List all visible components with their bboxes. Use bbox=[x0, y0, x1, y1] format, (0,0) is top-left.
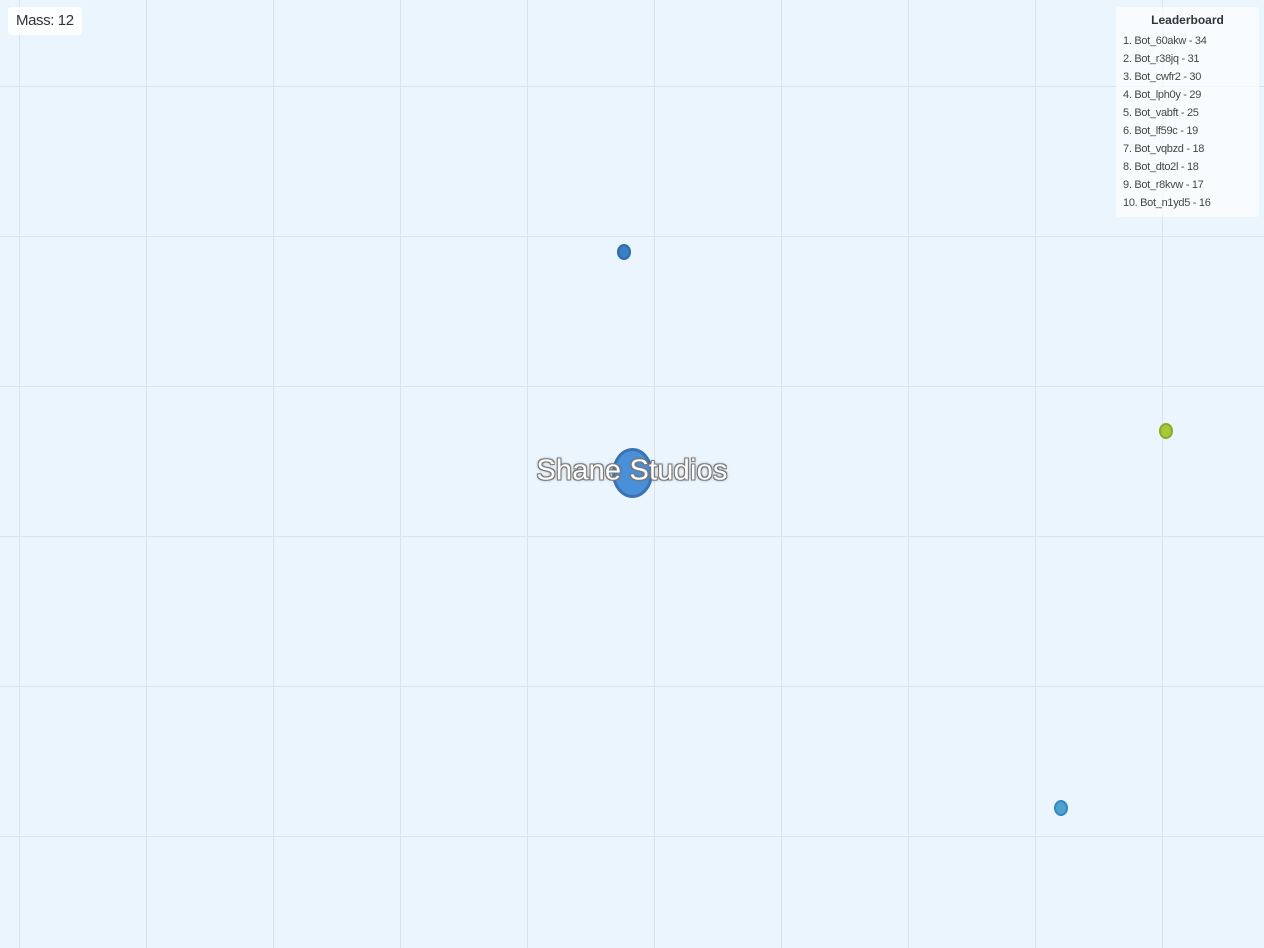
food-pellet bbox=[617, 244, 631, 260]
food-pellet bbox=[1054, 800, 1068, 816]
food-pellet bbox=[1159, 423, 1173, 439]
leaderboard-entry: 3. Bot_cwfr2 - 30 bbox=[1123, 71, 1202, 83]
player-name-label: Shane Studios bbox=[536, 454, 728, 487]
leaderboard-entry: 1. Bot_60akw - 34 bbox=[1123, 35, 1207, 47]
leaderboard-title: Leaderboard bbox=[1151, 13, 1224, 27]
leaderboard-entry: 4. Bot_lph0y - 29 bbox=[1123, 89, 1202, 101]
leaderboard-entry: 6. Bot_lf59c - 19 bbox=[1123, 125, 1199, 137]
leaderboard-panel: Leaderboard 1. Bot_60akw - 34 2. Bot_r38… bbox=[1116, 7, 1259, 217]
leaderboard-entry: 10. Bot_n1yd5 - 16 bbox=[1123, 197, 1211, 209]
leaderboard-entry: 5. Bot_vabft - 25 bbox=[1123, 107, 1199, 119]
leaderboard-entry: 8. Bot_dto2l - 18 bbox=[1123, 161, 1199, 173]
mass-indicator: Mass: 12 bbox=[8, 7, 82, 35]
leaderboard-list: 1. Bot_60akw - 34 2. Bot_r38jq - 31 3. B… bbox=[1116, 33, 1259, 213]
mass-text: Mass: 12 bbox=[16, 12, 74, 29]
leaderboard-entry: 9. Bot_r8kvw - 17 bbox=[1123, 179, 1204, 191]
game-canvas[interactable]: Shane Studios Mass: 12 Leaderboard 1. Bo… bbox=[0, 0, 1264, 948]
leaderboard-entry: 2. Bot_r38jq - 31 bbox=[1123, 53, 1200, 65]
leaderboard-entry: 7. Bot_vqbzd - 18 bbox=[1123, 143, 1205, 155]
